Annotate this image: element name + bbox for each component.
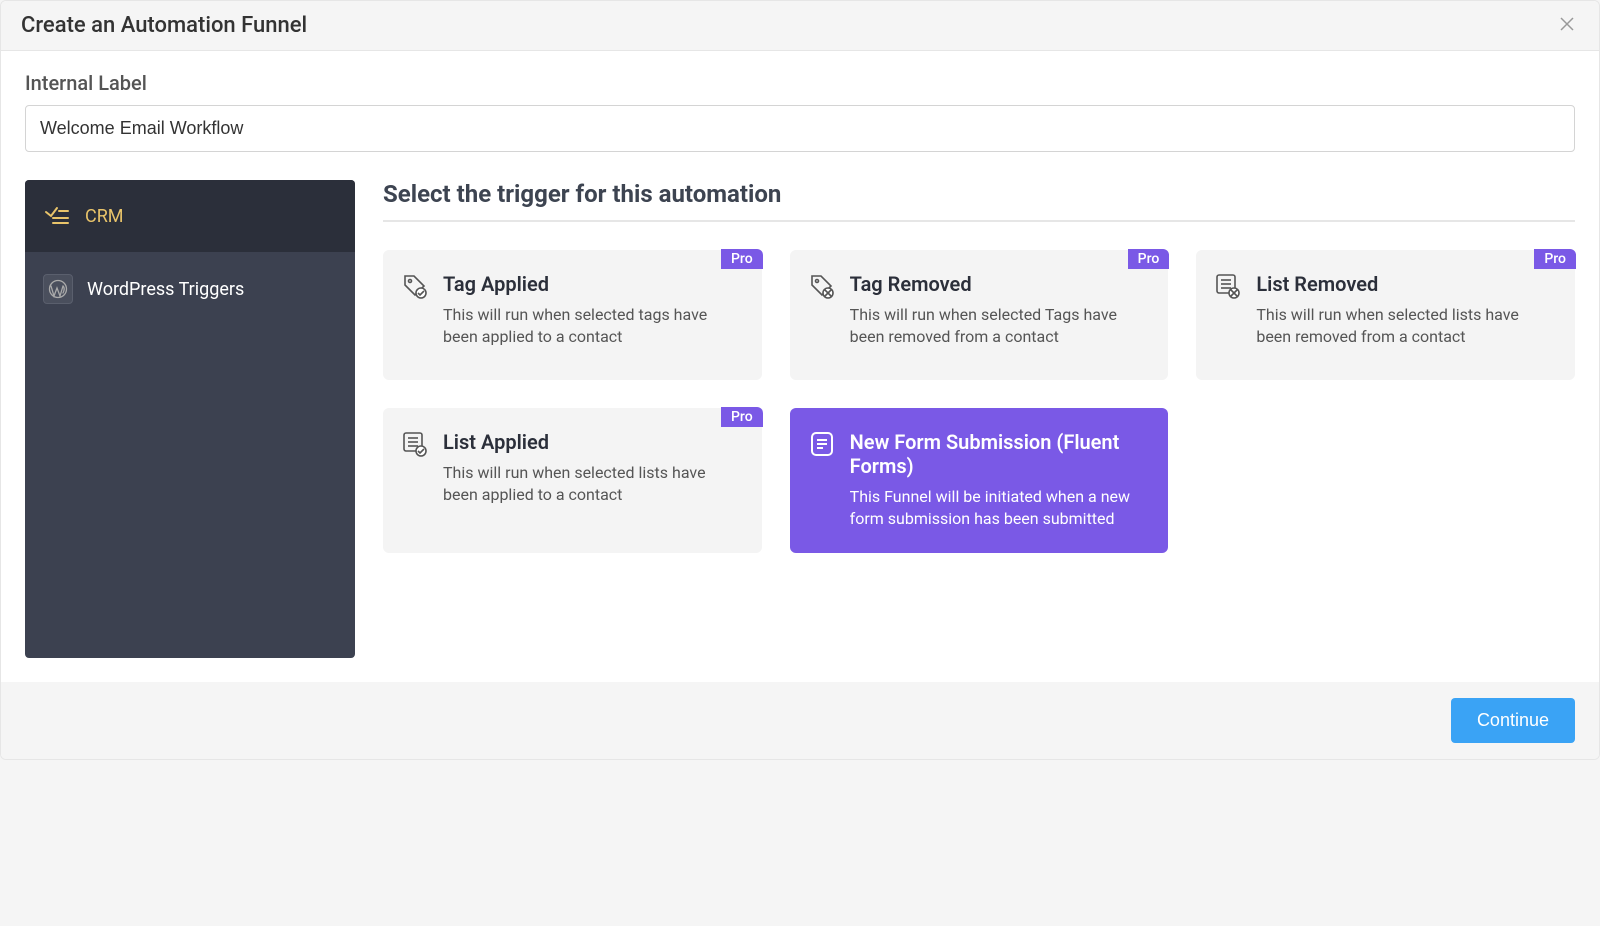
sidebar-item-label: WordPress Triggers [87,279,244,300]
modal-body: Internal Label CRM [1,51,1599,682]
pro-badge: Pro [1128,249,1170,269]
trigger-card-tag-applied[interactable]: Pro Tag Applied This will run when selec… [383,250,762,380]
card-title: List Applied [443,430,740,454]
trigger-card-list-removed[interactable]: Pro List Removed This will run when sele… [1196,250,1575,380]
modal-title: Create an Automation Funnel [21,13,307,38]
form-icon [806,428,838,460]
card-description: This will run when selected tags have be… [443,304,740,349]
modal-footer: Continue [1,682,1599,759]
content-layout: CRM WordPress Triggers Select the trigge… [25,180,1575,658]
trigger-card-list-applied[interactable]: Pro List Applied This will run when sele… [383,408,762,553]
internal-label-field-label: Internal Label [25,71,1575,95]
trigger-cards-grid: Pro Tag Applied This will run when selec… [383,250,1575,553]
card-title: New Form Submission (Fluent Forms) [850,430,1147,478]
sidebar-item-crm[interactable]: CRM [25,180,355,252]
sidebar-item-wordpress[interactable]: WordPress Triggers [25,252,355,326]
tag-applied-icon [399,270,431,302]
categories-sidebar: CRM WordPress Triggers [25,180,355,658]
pro-badge: Pro [721,407,763,427]
pro-badge: Pro [1534,249,1576,269]
sidebar-item-label: CRM [85,206,124,227]
list-removed-icon [1212,270,1244,302]
close-icon [1560,15,1574,36]
trigger-card-tag-removed[interactable]: Pro Tag Removed This will run when selec… [790,250,1169,380]
automation-funnel-modal: Create an Automation Funnel Internal Lab… [0,0,1600,760]
trigger-card-new-form-submission[interactable]: New Form Submission (Fluent Forms) This … [790,408,1169,553]
tag-removed-icon [806,270,838,302]
card-title: List Removed [1256,272,1553,296]
modal-header: Create an Automation Funnel [1,1,1599,51]
crm-icon [43,202,71,230]
card-description: This will run when selected lists have b… [443,462,740,507]
card-title: Tag Applied [443,272,740,296]
card-description: This Funnel will be initiated when a new… [850,486,1147,531]
card-description: This will run when selected Tags have be… [850,304,1147,349]
main-panel: Select the trigger for this automation P… [383,180,1575,658]
internal-label-input[interactable] [25,105,1575,152]
card-title: Tag Removed [850,272,1147,296]
close-button[interactable] [1555,14,1579,38]
card-description: This will run when selected lists have b… [1256,304,1553,349]
wordpress-icon [43,274,73,304]
continue-button[interactable]: Continue [1451,698,1575,743]
section-title: Select the trigger for this automation [383,180,1575,222]
list-applied-icon [399,428,431,460]
pro-badge: Pro [721,249,763,269]
